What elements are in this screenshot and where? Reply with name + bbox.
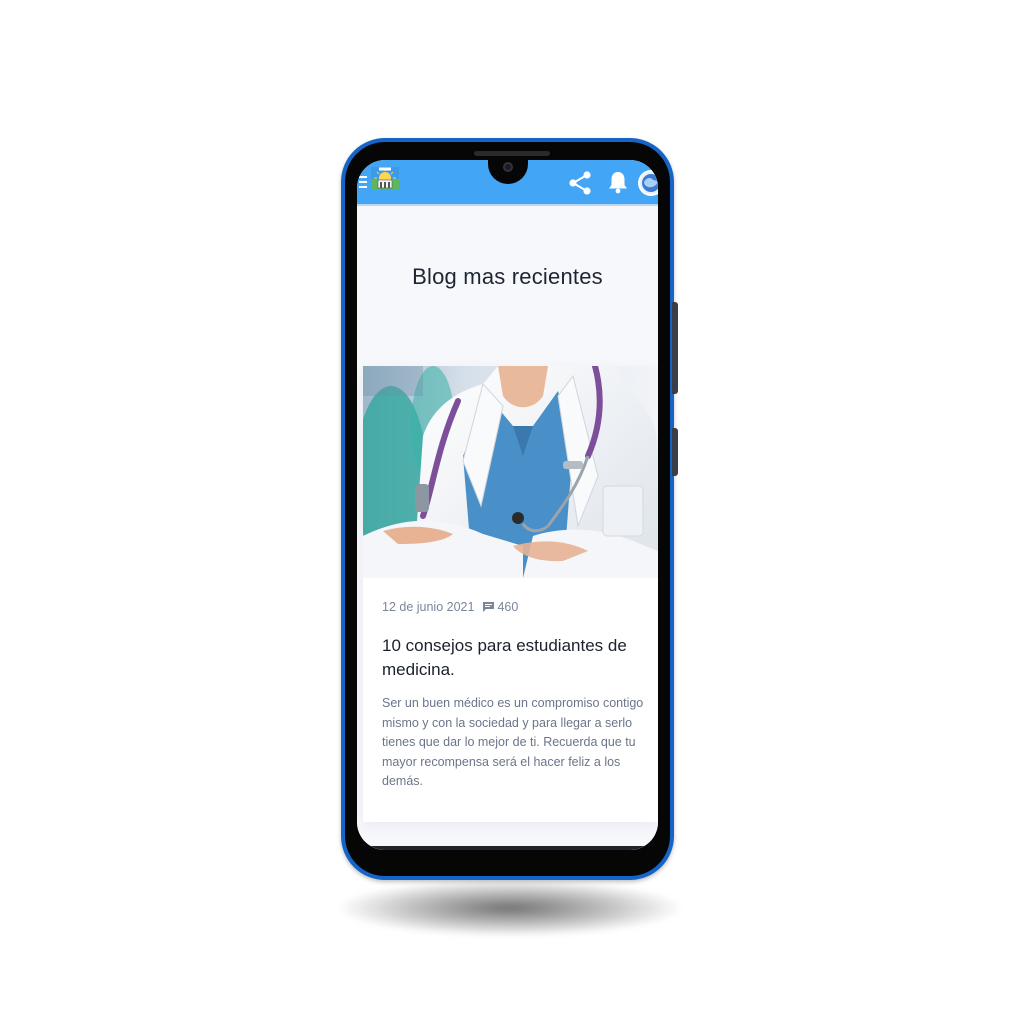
comment-count: 460 bbox=[497, 600, 519, 614]
front-camera bbox=[503, 162, 513, 172]
hamburger-menu-icon[interactable] bbox=[359, 176, 367, 188]
post-title[interactable]: 10 consejos para estudiantes de medicina… bbox=[382, 634, 646, 682]
blog-post-card[interactable]: 12 de junio 2021 460 10 consejos para es… bbox=[363, 366, 658, 822]
volume-button bbox=[672, 302, 678, 394]
phone-frame: Blog mas recientes 12 de junio 2021 460 … bbox=[341, 138, 678, 880]
phone-shadow bbox=[340, 880, 680, 936]
page-title: Blog mas recientes bbox=[412, 264, 603, 289]
comment-icon bbox=[483, 602, 495, 612]
share-icon[interactable] bbox=[567, 170, 593, 196]
post-meta: 12 de junio 2021 460 bbox=[382, 600, 518, 614]
power-button bbox=[672, 428, 678, 476]
mockup-stage: Blog mas recientes 12 de junio 2021 460 … bbox=[0, 0, 1024, 1024]
profile-avatar[interactable] bbox=[638, 170, 658, 196]
doctor-stethoscope-photo[interactable] bbox=[363, 366, 658, 578]
university-logo[interactable] bbox=[371, 167, 399, 189]
blog-page: Blog mas recientes 12 de junio 2021 460 … bbox=[357, 206, 658, 850]
phone-screen: Blog mas recientes 12 de junio 2021 460 … bbox=[357, 160, 658, 850]
earpiece-speaker bbox=[474, 151, 550, 156]
post-date: 12 de junio 2021 bbox=[382, 600, 475, 614]
phone-bezel: Blog mas recientes 12 de junio 2021 460 … bbox=[345, 142, 670, 876]
post-excerpt: Ser un buen médico es un compromiso cont… bbox=[382, 696, 644, 788]
next-post-image-strip bbox=[357, 846, 658, 850]
bell-icon[interactable] bbox=[607, 170, 629, 194]
